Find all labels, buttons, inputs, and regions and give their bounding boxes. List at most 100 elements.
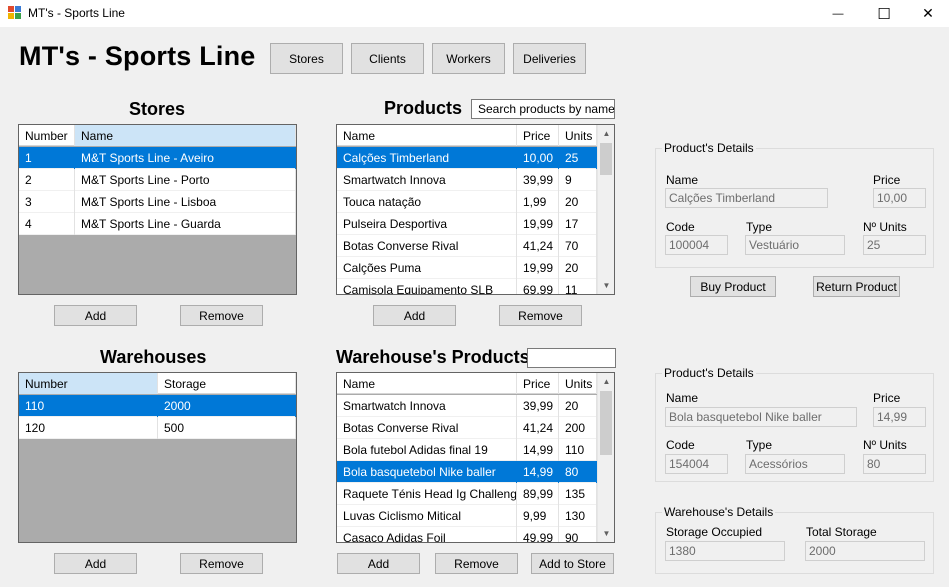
scroll-down-icon[interactable]: ▼ — [598, 525, 614, 542]
scroll-down-icon[interactable]: ▼ — [598, 277, 614, 294]
wh-product-units-field[interactable]: 80 — [863, 454, 926, 474]
product-units-label: Nº Units — [863, 220, 907, 234]
product-code-field[interactable]: 100004 — [665, 235, 728, 255]
maximize-button[interactable]: ☐ — [861, 0, 907, 27]
column-header-number[interactable]: Number — [19, 373, 158, 394]
product-search-input[interactable]: Search products by name — [471, 99, 615, 119]
table-row[interactable]: Camisola Equipamento SLB 69,99 11 — [337, 279, 597, 294]
product-price-label: Price — [873, 173, 901, 187]
wh-product-code-field[interactable]: 154004 — [665, 454, 728, 474]
stores-grid[interactable]: Number Name 1 M&T Sports Line - Aveiro 2… — [18, 124, 297, 295]
wh-product-code-label: Code — [666, 438, 695, 452]
table-row[interactable]: 1 M&T Sports Line - Aveiro — [19, 147, 296, 169]
column-header-price[interactable]: Price — [517, 373, 559, 394]
table-row[interactable]: Calções Puma 19,99 20 — [337, 257, 597, 279]
nav-workers-button[interactable]: Workers — [432, 43, 505, 74]
table-row[interactable]: 110 2000 — [19, 395, 296, 417]
total-storage-field[interactable]: 2000 — [805, 541, 925, 561]
table-row[interactable]: 3 M&T Sports Line - Lisboa — [19, 191, 296, 213]
nav-stores-button[interactable]: Stores — [270, 43, 343, 74]
column-header-name[interactable]: Name — [337, 373, 517, 394]
table-row[interactable]: 120 500 — [19, 417, 296, 439]
app-icon — [8, 6, 22, 20]
warehouses-add-button[interactable]: Add — [54, 553, 137, 574]
warehouse-products-grid[interactable]: Name Price Units Smartwatch Innova 39,99… — [336, 372, 615, 543]
warehouse-details-title: Warehouse's Details — [662, 505, 776, 519]
stores-heading: Stores — [129, 99, 186, 119]
wh-product-name-label: Name — [666, 391, 699, 405]
table-row[interactable]: Smartwatch Innova 39,99 20 — [337, 395, 597, 417]
product-name-label: Name — [666, 173, 699, 187]
products-scrollbar[interactable]: ▲ ▼ — [597, 125, 614, 294]
scroll-up-icon[interactable]: ▲ — [598, 125, 614, 142]
warehouses-remove-button[interactable]: Remove — [180, 553, 263, 574]
table-row[interactable]: Luvas Ciclismo Mitical 9,99 130 — [337, 505, 597, 527]
product-type-field[interactable]: Vestuário — [745, 235, 845, 255]
wh-product-price-label: Price — [873, 391, 901, 405]
title-bar: MT's - Sports Line — ☐ ✕ — [0, 0, 949, 27]
scroll-up-icon[interactable]: ▲ — [598, 373, 614, 390]
column-header-units[interactable]: Units — [559, 125, 597, 146]
warehouse-products-scrollbar[interactable]: ▲ ▼ — [597, 373, 614, 542]
product-name-field[interactable]: Calções Timberland — [665, 188, 828, 208]
close-button[interactable]: ✕ — [907, 0, 949, 27]
wh-product-details-title: Product's Details — [662, 366, 756, 380]
column-header-storage[interactable]: Storage — [158, 373, 296, 394]
minimize-icon: — — [832, 7, 844, 20]
product-code-label: Code — [666, 220, 695, 234]
nav-deliveries-button[interactable]: Deliveries — [513, 43, 586, 74]
app-title: MT's - Sports Line — [19, 41, 256, 71]
column-header-name[interactable]: Name — [75, 125, 296, 146]
scroll-thumb[interactable] — [600, 391, 612, 455]
wh-product-units-label: Nº Units — [863, 438, 907, 452]
table-row[interactable]: Bola futebol Adidas final 19 14,99 110 — [337, 439, 597, 461]
product-price-field[interactable]: 10,00 — [873, 188, 926, 208]
table-row[interactable]: Casaco Adidas Foil 49,99 90 — [337, 527, 597, 542]
table-row[interactable]: Smartwatch Innova 39,99 9 — [337, 169, 597, 191]
table-row[interactable]: Calções Timberland 10,00 25 — [337, 147, 597, 169]
column-header-number[interactable]: Number — [19, 125, 75, 146]
stores-remove-button[interactable]: Remove — [180, 305, 263, 326]
warehouse-products-remove-button[interactable]: Remove — [435, 553, 518, 574]
stores-add-button[interactable]: Add — [54, 305, 137, 326]
table-row[interactable]: Pulseira Desportiva 19,99 17 — [337, 213, 597, 235]
products-grid-header: Name Price Units — [337, 125, 597, 146]
warehouses-grid[interactable]: Number Storage 110 2000 120 500 — [18, 372, 297, 543]
product-units-field[interactable]: 25 — [863, 235, 926, 255]
warehouse-products-grid-header: Name Price Units — [337, 373, 597, 394]
products-remove-button[interactable]: Remove — [499, 305, 582, 326]
table-row[interactable]: Botas Converse Rival 41,24 70 — [337, 235, 597, 257]
wh-product-type-field[interactable]: Acessórios — [745, 454, 845, 474]
nav-clients-button[interactable]: Clients — [351, 43, 424, 74]
maximize-icon: ☐ — [877, 5, 891, 23]
table-row[interactable]: Raquete Ténis Head Ig Challenge... 89,99… — [337, 483, 597, 505]
warehouses-grid-header: Number Storage — [19, 373, 296, 394]
warehouse-products-heading: Warehouse's Products — [336, 347, 530, 367]
table-row[interactable]: 4 M&T Sports Line - Guarda — [19, 213, 296, 235]
warehouses-heading: Warehouses — [100, 347, 207, 367]
add-to-store-button[interactable]: Add to Store — [531, 553, 614, 574]
column-header-units[interactable]: Units — [559, 373, 597, 394]
storage-occupied-label: Storage Occupied — [666, 525, 763, 539]
minimize-button[interactable]: — — [815, 0, 861, 27]
column-header-name[interactable]: Name — [337, 125, 517, 146]
column-header-price[interactable]: Price — [517, 125, 559, 146]
table-row[interactable]: Touca natação 1,99 20 — [337, 191, 597, 213]
products-add-button[interactable]: Add — [373, 305, 456, 326]
storage-occupied-field[interactable]: 1380 — [665, 541, 785, 561]
scroll-thumb[interactable] — [600, 143, 612, 175]
wh-product-name-field[interactable]: Bola basquetebol Nike baller — [665, 407, 857, 427]
product-type-label: Type — [746, 220, 773, 234]
table-row[interactable]: Bola basquetebol Nike baller 14,99 80 — [337, 461, 597, 483]
return-product-button[interactable]: Return Product — [813, 276, 900, 297]
window-title: MT's - Sports Line — [28, 6, 125, 20]
products-grid[interactable]: Name Price Units Calções Timberland 10,0… — [336, 124, 615, 295]
wh-product-type-label: Type — [746, 438, 773, 452]
table-row[interactable]: Botas Converse Rival 41,24 200 — [337, 417, 597, 439]
warehouse-products-add-button[interactable]: Add — [337, 553, 420, 574]
warehouse-product-search-input[interactable] — [527, 348, 616, 368]
total-storage-label: Total Storage — [806, 525, 877, 539]
buy-product-button[interactable]: Buy Product — [690, 276, 776, 297]
wh-product-price-field[interactable]: 14,99 — [873, 407, 926, 427]
table-row[interactable]: 2 M&T Sports Line - Porto — [19, 169, 296, 191]
